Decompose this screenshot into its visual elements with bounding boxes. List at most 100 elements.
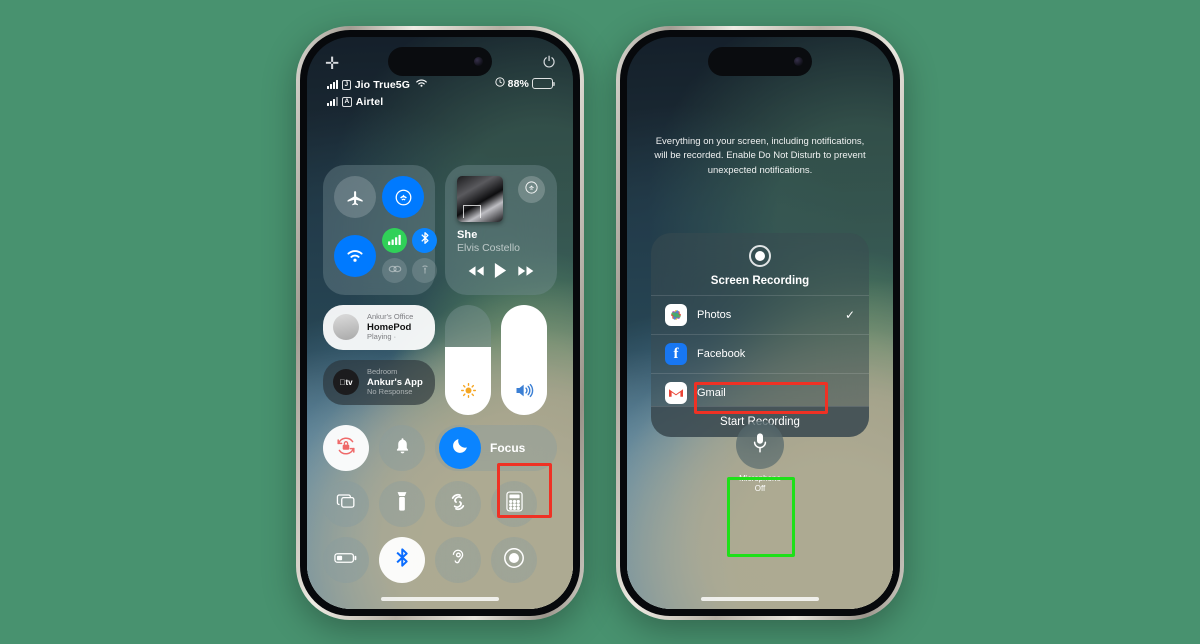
status-bar-secondary-row: A Airtel: [327, 94, 553, 109]
cellular-data-toggle[interactable]: [382, 228, 407, 253]
microphone-button[interactable]: [736, 421, 784, 469]
cc-second-row: Ankur's Office HomePod Playing · tv Bed…: [323, 305, 557, 415]
rewind-button[interactable]: [467, 264, 485, 282]
airdrop-icon: [394, 188, 413, 207]
airdrop-off-icon: [388, 262, 402, 280]
bluetooth-icon: [420, 231, 430, 250]
airplay-button[interactable]: [518, 176, 545, 203]
battery-icon: [532, 78, 555, 89]
wifi-icon: [415, 78, 428, 91]
album-artwork: [457, 176, 503, 222]
silent-mode-button[interactable]: [379, 425, 425, 471]
microphone-icon: [752, 432, 768, 459]
connectivity-module: [323, 165, 437, 295]
moon-icon: [451, 436, 470, 460]
dynamic-island: [708, 47, 812, 76]
gmail-icon: [665, 382, 687, 404]
status-bar-primary-row: J Jio True5G 88%: [327, 77, 555, 92]
home-indicator: [381, 597, 499, 601]
hearing-button[interactable]: [435, 537, 481, 583]
front-camera-icon: [794, 57, 803, 66]
checkmark-icon: ✓: [844, 308, 855, 322]
play-button[interactable]: [493, 262, 508, 284]
bell-icon: [393, 436, 412, 460]
battery-icon: [334, 551, 358, 570]
plus-icon[interactable]: ✛: [325, 55, 339, 72]
highlight-start-recording-button: [694, 382, 828, 414]
track-title: She: [457, 229, 478, 241]
accessory-homepod[interactable]: Ankur's Office HomePod Playing ·: [323, 305, 435, 350]
personal-hotspot-toggle[interactable]: [412, 258, 437, 283]
connectivity-lower: [334, 227, 437, 284]
highlight-microphone-control: [727, 477, 795, 557]
sheet-title: Screen Recording: [710, 275, 810, 287]
airdrop-mini-toggle[interactable]: [382, 258, 407, 283]
brightness-icon: [460, 382, 477, 404]
brightness-slider[interactable]: [445, 305, 491, 415]
airplane-mode-toggle[interactable]: [334, 176, 376, 218]
recording-description: Everything on your screen, including not…: [654, 136, 866, 176]
sheet-option-facebook[interactable]: f Facebook: [651, 334, 869, 373]
volume-slider[interactable]: [501, 305, 547, 415]
dynamic-island: [388, 47, 492, 76]
status-bar-right: 88%: [495, 77, 555, 90]
screen-mirroring-icon: [336, 492, 357, 516]
sheet-option-photos[interactable]: Photos ✓: [651, 295, 869, 334]
facebook-icon: f: [665, 343, 687, 365]
highlight-screen-recording-button: [497, 463, 552, 518]
cc-top-row: She Elvis Costello: [323, 165, 557, 295]
status-bar: J Jio True5G 88% A Airtel: [307, 77, 573, 109]
accessory-appletv[interactable]: tv Bedroom Ankur's App No Response: [323, 359, 435, 405]
rotation-lock-icon: [334, 434, 358, 463]
sheet-header: Screen Recording: [651, 233, 869, 295]
accessory-state-label: Playing ·: [367, 332, 397, 342]
photos-icon: [665, 304, 687, 326]
left-phone: ✛ ⏻ J Jio True5G 88% A Airtel She Elvis …: [296, 26, 584, 620]
brightness-fill: [445, 346, 491, 415]
sheet-option-label: Photos: [697, 309, 732, 321]
accessory-room-label: Bedroom: [367, 367, 398, 376]
flashlight-icon: [396, 491, 408, 517]
shazam-button[interactable]: [435, 481, 481, 527]
alarm-icon: [495, 77, 505, 90]
focus-label: Focus: [490, 441, 526, 455]
focus-icon-wrap: [439, 427, 481, 469]
wifi-icon: [345, 248, 365, 263]
sliders-group: [445, 305, 547, 415]
record-icon: [749, 245, 771, 267]
flashlight-button[interactable]: [379, 481, 425, 527]
low-power-mode-button[interactable]: [323, 537, 369, 583]
signal-bars-icon: [327, 80, 338, 89]
airplay-icon: [524, 180, 539, 200]
home-indicator: [701, 597, 819, 601]
accessory-homepod-text: Ankur's Office HomePod Playing ·: [367, 313, 413, 342]
airplane-icon: [346, 188, 365, 207]
wifi-toggle[interactable]: [334, 234, 376, 277]
volume-icon: [514, 382, 534, 404]
playback-controls: [457, 262, 545, 284]
control-center: She Elvis Costello Ankur's Office HomePo…: [323, 165, 557, 593]
screen-recording-button[interactable]: [491, 537, 537, 583]
bluetooth-shortcut-button[interactable]: [379, 537, 425, 583]
home-accessories-column: Ankur's Office HomePod Playing · tv Bed…: [323, 305, 435, 415]
hearing-icon: [449, 547, 467, 573]
bluetooth-toggle[interactable]: [412, 228, 437, 253]
record-icon: [502, 546, 526, 575]
cc-fifth-row: [323, 537, 557, 583]
now-playing-module[interactable]: She Elvis Costello: [445, 165, 557, 295]
track-artist: Elvis Costello: [457, 242, 521, 254]
power-icon[interactable]: ⏻: [543, 55, 555, 70]
carrier-secondary-label: Airtel: [355, 95, 384, 108]
screen-mirroring-button[interactable]: [323, 481, 369, 527]
accessory-room-label: Ankur's Office: [367, 313, 414, 321]
left-phone-screen: ✛ ⏻ J Jio True5G 88% A Airtel She Elvis …: [307, 37, 573, 609]
forward-button[interactable]: [517, 264, 535, 282]
sheet-option-label: Facebook: [697, 348, 746, 360]
battery-percent-label: 88%: [507, 77, 529, 90]
signal-bars-secondary-icon: [327, 97, 338, 106]
homepod-icon: [333, 314, 359, 341]
bluetooth-icon: [395, 547, 410, 573]
rotation-lock-button[interactable]: [323, 425, 369, 471]
sim-primary-badge: J: [342, 79, 351, 90]
airdrop-toggle[interactable]: [382, 176, 424, 218]
